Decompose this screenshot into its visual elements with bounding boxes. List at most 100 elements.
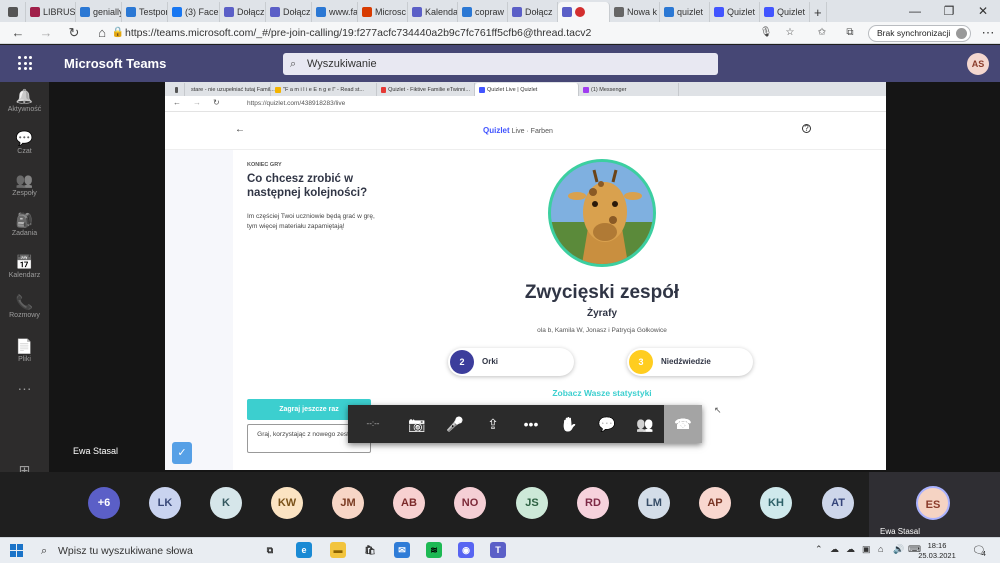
participant-avatar[interactable]: KH <box>760 487 792 519</box>
camera-tray-icon[interactable]: ▣ <box>862 544 871 555</box>
shield-icon: ✓ <box>172 442 192 464</box>
windows-start-icon[interactable] <box>10 544 23 557</box>
browser-tab[interactable]: Quizlet <box>710 2 760 22</box>
participant-avatar[interactable]: NO <box>454 487 486 519</box>
browser-tab-label: Microsc <box>375 7 406 17</box>
participant-avatar[interactable]: KW <box>271 487 303 519</box>
browser-tab[interactable]: Dołącz <box>508 2 558 22</box>
back-icon[interactable]: ← <box>10 25 26 41</box>
participant-avatar[interactable]: JM <box>332 487 364 519</box>
url-field[interactable]: https://teams.microsoft.com/_#/pre-join-… <box>125 26 815 41</box>
onedrive-icon[interactable]: ☁ <box>830 544 839 555</box>
hang-up-icon[interactable]: ☎ <box>664 405 702 443</box>
browser-tab[interactable]: genially <box>76 2 122 22</box>
rail-item-label: Zadania <box>11 230 38 237</box>
close-window-button[interactable]: ✕ <box>966 0 1000 22</box>
rail-item[interactable]: 💬 Czat <box>0 130 49 155</box>
browser-tab-strip: LIBRUS genially Testpor (3) Face Dołącz Dołąc… <box>0 0 1000 22</box>
rail-item[interactable]: 📞 Rozmowy <box>0 294 49 319</box>
browser-tab[interactable]: Microsc <box>358 2 408 22</box>
team-result-pill: 3 Niedźwiedzie <box>627 348 753 376</box>
browser-address-bar: ← → ↻ ⌂ 🔒 https://teams.microsoft.com/_#… <box>0 22 1000 44</box>
favorites-add-icon[interactable]: ☆ <box>782 25 798 41</box>
browser-tab[interactable]: (3) Face <box>168 2 220 22</box>
browser-tab[interactable]: Kalenda <box>408 2 458 22</box>
browser-tab[interactable]: Quizlet <box>760 2 810 22</box>
network-icon[interactable]: ⌂ <box>878 544 883 554</box>
participant-avatar[interactable]: LK <box>149 487 181 519</box>
participant-avatar[interactable]: LM <box>638 487 670 519</box>
raise-hand-icon[interactable]: ✋ <box>550 405 588 443</box>
tray-chevron-icon[interactable]: ⌃ <box>815 544 823 555</box>
edge-icon[interactable]: e <box>296 542 312 558</box>
rail-item[interactable]: 🔔 Aktywność <box>0 88 49 113</box>
browser-tab[interactable]: Nowa k <box>610 2 660 22</box>
spotify-icon[interactable]: ≋ <box>426 542 442 558</box>
maximize-button[interactable]: ❐ <box>932 0 966 22</box>
share-screen-icon[interactable]: ⇪ <box>474 405 512 443</box>
teams-icon <box>512 7 522 17</box>
rail-item[interactable]: ··· <box>0 380 49 398</box>
shared-tab-icon <box>583 86 589 93</box>
browser-tab[interactable]: Testpor <box>122 2 168 22</box>
rail-item-label: Zespoły <box>12 190 37 197</box>
shared-tab-label: (1) Messenger <box>591 86 627 93</box>
task-view-icon[interactable]: ⧉ <box>262 542 278 558</box>
rail-item[interactable]: 🎒 Zadania <box>0 212 49 237</box>
browser-tab[interactable]: copraw <box>458 2 508 22</box>
meeting-chat-icon[interactable]: 💬 <box>588 405 626 443</box>
shared-tab: Quizlet Live | Quizlet <box>475 83 579 96</box>
home-icon[interactable]: ⌂ <box>94 25 110 41</box>
favorites-icon[interactable]: ✩ <box>814 25 830 41</box>
shared-reload-icon: ↻ <box>213 98 220 107</box>
browser-tab[interactable]: Dołącz <box>266 2 312 22</box>
file-explorer-icon[interactable]: ▬ <box>330 542 346 558</box>
sync-button[interactable]: Brak synchronizacji <box>868 25 972 42</box>
collections-icon[interactable]: ⧉ <box>842 25 858 41</box>
rail-item[interactable]: 👥 Zespoły <box>0 172 49 197</box>
user-avatar[interactable]: AS <box>967 53 989 75</box>
more-actions-icon[interactable]: ••• <box>512 405 550 443</box>
teams-app-icon[interactable]: T <box>490 542 506 558</box>
store-icon[interactable]: 🛍 <box>362 542 378 558</box>
browser-tab[interactable]: LIBRUS <box>26 2 76 22</box>
participant-avatar[interactable]: AT <box>822 487 854 519</box>
reload-icon[interactable]: ↻ <box>66 25 82 41</box>
mic-search-icon[interactable]: 🎙 <box>758 25 774 41</box>
self-video-tile[interactable]: ES Ewa Stasal <box>869 472 1000 537</box>
rail-item[interactable]: 📅 Kalendarz <box>0 254 49 279</box>
volume-icon[interactable]: 🔊 <box>893 544 904 555</box>
quizlet-header: ← Quizlet Live · Farben ? <box>165 112 886 150</box>
mail-icon[interactable]: ✉ <box>394 542 410 558</box>
participants-icon[interactable]: 👥 <box>626 405 664 443</box>
participant-avatar[interactable]: JS <box>516 487 548 519</box>
rail-item[interactable]: 📄 Pliki <box>0 338 49 363</box>
participant-avatar[interactable]: K <box>210 487 242 519</box>
browser-tab[interactable]: Dołącz <box>220 2 266 22</box>
app-launcher-icon[interactable] <box>18 56 32 70</box>
forward-icon[interactable]: → <box>38 25 54 41</box>
bing-icon <box>80 7 90 17</box>
cloud-icon[interactable]: ☁ <box>846 544 855 555</box>
rail-item-label: Pliki <box>18 356 31 363</box>
facebook-icon <box>172 7 182 17</box>
browser-tab[interactable] <box>4 2 26 22</box>
mic-icon[interactable]: 🎤 <box>436 405 474 443</box>
browser-tab[interactable] <box>558 2 610 22</box>
search-input[interactable]: ⌕ Wyszukiwanie <box>283 53 718 75</box>
discord-icon[interactable]: ◉ <box>458 542 474 558</box>
new-tab-button[interactable]: + <box>810 2 827 22</box>
minimize-button[interactable]: — <box>898 0 932 22</box>
taskbar-search-input[interactable]: ⌕ Wpisz tu wyszukiwane słowa <box>36 541 252 561</box>
participant-avatar[interactable]: RD <box>577 487 609 519</box>
participant-avatar[interactable]: AB <box>393 487 425 519</box>
browser-tab[interactable]: quizlet <box>660 2 710 22</box>
settings-more-icon[interactable]: ⋯ <box>980 25 996 41</box>
search-icon: ⌕ <box>290 58 297 70</box>
camera-off-icon[interactable]: 📷 <box>398 405 436 443</box>
participant-avatar[interactable]: AP <box>699 487 731 519</box>
quizlet-help-icon: ? <box>802 124 811 133</box>
taskbar-clock[interactable]: 18:16 25.03.2021 <box>918 541 956 561</box>
browser-tab[interactable]: www.fa <box>312 2 358 22</box>
participant-avatar[interactable]: +6 <box>88 487 120 519</box>
